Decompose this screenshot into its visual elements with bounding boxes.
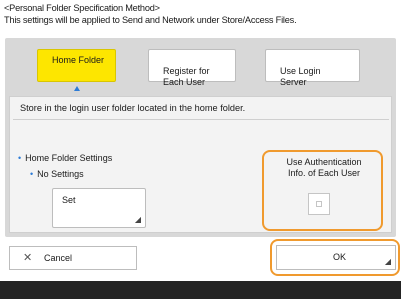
close-icon: ✕ [23, 252, 33, 264]
home-folder-settings-label: • Home Folder Settings [18, 153, 112, 163]
home-folder-settings-value: • No Settings [30, 169, 84, 179]
ok-button[interactable]: OK ◢ [276, 245, 396, 270]
cancel-button-label: Cancel [44, 253, 73, 263]
bottom-bar [0, 281, 401, 299]
description-text: Store in the login user folder located i… [20, 103, 246, 113]
bullet-icon: • [18, 153, 22, 163]
tab-label: Register for Each User [163, 66, 210, 87]
auth-info-label: Use Authentication Info. of Each User [286, 157, 362, 178]
header: <Personal Folder Specification Method> T… [4, 2, 399, 26]
set-button[interactable]: Set ◢ [52, 188, 146, 228]
selected-tab-indicator-icon [74, 86, 80, 91]
tab-label: Home Folder [52, 55, 105, 65]
tab-register-each-user[interactable]: Register for Each User [148, 49, 236, 87]
bullet-icon: • [30, 169, 34, 179]
home-folder-settings-value-text: No Settings [37, 169, 84, 179]
corner-triangle-icon: ◢ [384, 257, 391, 266]
page-title: <Personal Folder Specification Method> [4, 3, 160, 13]
page-subtitle: This settings will be applied to Send an… [4, 15, 297, 25]
ok-button-label: OK [333, 252, 347, 262]
divider [13, 119, 389, 120]
tab-use-login-server[interactable]: Use Login Server [265, 49, 360, 87]
checkbox-mark-icon [316, 201, 322, 207]
cancel-button[interactable]: ✕ Cancel [9, 246, 137, 270]
use-auth-info-checkbox[interactable] [308, 193, 330, 215]
corner-triangle-icon: ◢ [134, 215, 141, 224]
tab-home-folder[interactable]: Home Folder [37, 49, 116, 82]
home-folder-settings-text: Home Folder Settings [25, 153, 113, 163]
set-button-label: Set [62, 195, 76, 205]
